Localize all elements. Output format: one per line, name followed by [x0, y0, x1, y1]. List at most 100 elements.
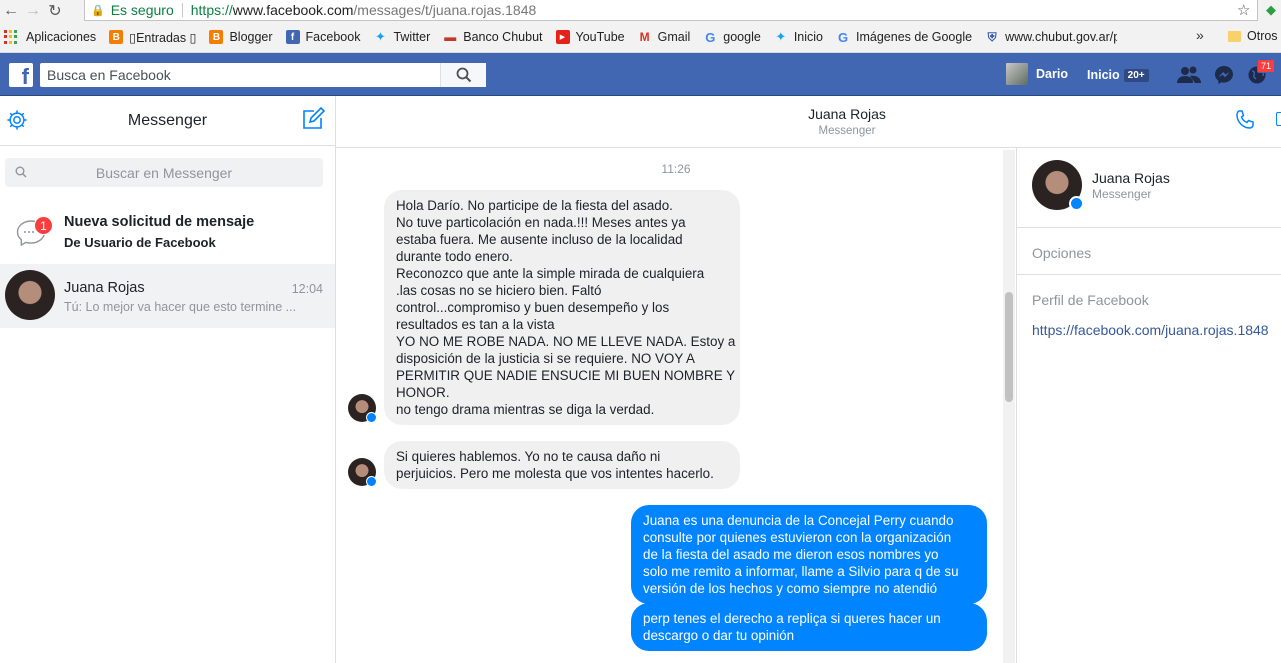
bookmark-banco-chubut[interactable]: ▬ Banco Chubut	[443, 30, 542, 44]
bookmark-label: Otros	[1247, 29, 1278, 43]
info-contact-subtitle: Messenger	[1092, 187, 1152, 201]
bookmarks-bar: Aplicaciones B ▯Entradas ▯ B Blogger f F…	[0, 22, 1281, 53]
message-request-item[interactable]: 1 Nueva solicitud de mensaje De Usuario …	[0, 202, 335, 262]
bookmark-inicio[interactable]: ✦ Inicio	[774, 29, 824, 44]
thread-scrollbar[interactable]	[1003, 150, 1015, 663]
bookmark-label: Imágenes de Google	[856, 30, 973, 44]
message-line: disposición de la justicia si se requier…	[396, 351, 695, 366]
message-line: durante todo enero.	[396, 249, 513, 264]
info-contact-name: Juana Rojas	[1092, 170, 1170, 186]
message-line: Juana es una denuncia de la Concejal Per…	[643, 513, 954, 528]
bookmark-other-folder[interactable]: Otros	[1228, 29, 1278, 43]
divider	[1017, 274, 1281, 275]
secure-label: Es seguro	[110, 2, 174, 18]
message-line: Reconozco que ante la simple mirada de c…	[396, 266, 705, 281]
star-icon[interactable]: ☆	[1237, 1, 1250, 19]
message-bubble-incoming[interactable]: Si quieres hablemos. Yo no te causa daño…	[384, 441, 740, 489]
url-host: www.facebook.com	[232, 2, 354, 18]
search-button[interactable]	[440, 63, 486, 87]
blogger-icon: B	[209, 30, 224, 44]
bookmarks-more-button[interactable]: »	[1196, 27, 1204, 43]
message-line: no tengo drama mientras se diga la verda…	[396, 402, 655, 417]
bookmark-label: www.chubut.gov.ar/p	[1005, 30, 1118, 44]
message-line: Si quieres hablemos. Yo no te causa daño…	[396, 449, 661, 464]
message-bubble-outgoing[interactable]: perp tenes el derecho a repliça si quere…	[631, 603, 987, 651]
conversation-time: 12:04	[291, 282, 323, 296]
apps-grid-icon	[4, 30, 18, 44]
conversation-list-panel: Messenger 1 Nueva solicitud de mensaje D…	[0, 96, 336, 663]
bookmark-gmail[interactable]: M Gmail	[638, 30, 691, 44]
avatar	[5, 270, 55, 320]
bookmark-label: google	[723, 30, 761, 44]
thread-header: Juana Rojas Messenger	[336, 96, 1281, 148]
user-name: Dario	[1036, 67, 1068, 81]
sidebar-title: Messenger	[127, 112, 208, 129]
home-count-badge: 20+	[1123, 68, 1149, 82]
blogger-icon: B	[109, 30, 124, 44]
url-scheme: https://	[190, 2, 233, 18]
address-bar[interactable]: 🔒 Es seguro https:// www.facebook.com /m…	[84, 0, 1258, 21]
url-path: /messages/t/juana.rojas.1848	[353, 2, 537, 18]
bookmark-chubut[interactable]: ⛨ www.chubut.gov.ar/p	[985, 29, 1118, 45]
video-call-icon[interactable]	[1276, 112, 1281, 126]
phone-icon[interactable]	[1234, 109, 1256, 131]
facebook-logo-icon[interactable]: f	[9, 63, 33, 88]
messenger-badge-icon	[1069, 196, 1084, 211]
browser-toolbar: ← → ↻ 🔒 Es seguro https:// www.facebook.…	[0, 0, 1281, 22]
bookmark-facebook[interactable]: f Facebook	[285, 30, 360, 44]
lock-icon: 🔒	[91, 4, 105, 17]
notification-count-badge: 71	[1257, 59, 1276, 73]
bookmark-label: Inicio	[793, 30, 824, 44]
extension-icon[interactable]: ◆	[1266, 2, 1281, 19]
youtube-icon: ▶	[555, 30, 570, 44]
bookmark-entradas[interactable]: B ▯Entradas ▯	[109, 30, 196, 45]
bookmark-google[interactable]: G google	[703, 29, 761, 45]
bookmark-blogger[interactable]: B Blogger	[209, 30, 273, 44]
thread-contact-name: Juana Rojas	[808, 106, 886, 122]
facebook-search-input[interactable]	[47, 67, 442, 83]
bookmark-imagenes-google[interactable]: G Imágenes de Google	[836, 30, 973, 45]
options-toggle[interactable]: Opciones	[1032, 245, 1091, 261]
bookmark-youtube[interactable]: ▶ YouTube	[555, 30, 625, 44]
message-bubble-outgoing[interactable]: Juana es una denuncia de la Concejal Per…	[631, 505, 987, 604]
back-arrow-icon[interactable]: ←	[0, 0, 22, 22]
conversation-name: Juana Rojas	[64, 280, 145, 296]
folder-icon	[1228, 30, 1241, 42]
divider	[181, 3, 183, 17]
bookmark-apps[interactable]: Aplicaciones	[4, 30, 96, 44]
messenger-search-input[interactable]	[5, 164, 323, 181]
message-line: consulte por quienes estuvieron con la o…	[643, 530, 952, 545]
bookmark-label: YouTube	[575, 30, 625, 44]
message-line: perp tenes el derecho a repliça si quere…	[643, 611, 941, 626]
messenger-badge-icon	[366, 476, 377, 487]
message-bubble-incoming[interactable]: Hola Darío. No participe de la fiesta de…	[384, 190, 740, 425]
request-subtitle: De Usuario de Facebook	[64, 235, 216, 250]
profile-link[interactable]: https://facebook.com/juana.rojas.1848	[1032, 322, 1269, 338]
google-icon: G	[705, 29, 716, 45]
reload-icon[interactable]: ↻	[44, 0, 66, 22]
request-title: Nueva solicitud de mensaje	[64, 214, 255, 230]
divider	[1017, 227, 1281, 228]
twitter-icon: ✦	[775, 29, 787, 44]
bookmark-label: Gmail	[657, 30, 691, 44]
home-link[interactable]: Inicio 20+	[1087, 68, 1149, 82]
bookmark-twitter[interactable]: ✦ Twitter	[373, 29, 430, 44]
friend-requests-icon[interactable]	[1177, 65, 1201, 85]
message-line: perjuicios. Pero me molesta que vos inte…	[396, 466, 714, 481]
scrollbar-thumb[interactable]	[1005, 292, 1013, 402]
messenger-icon[interactable]	[1212, 65, 1236, 85]
message-line: .las cosas no se hiciero bien. Faltó	[396, 283, 602, 298]
bookmark-label: ▯Entradas ▯	[129, 30, 197, 45]
search-icon	[15, 166, 27, 178]
facebook-icon: f	[285, 30, 300, 44]
conversation-item-juana-rojas[interactable]: Juana Rojas 12:04 Tú: Lo mejor va hacer …	[0, 264, 335, 328]
message-thread: 11:26 Hola Darío. No participe de la fie…	[336, 148, 1016, 663]
profile-section-label: Perfil de Facebook	[1032, 292, 1149, 308]
bookmark-label: Aplicaciones	[26, 30, 97, 44]
facebook-topbar: f Dario Inicio 20+ 71	[0, 53, 1281, 96]
profile-link[interactable]: Dario	[1006, 63, 1068, 85]
message-line: versión de los hechos y como siempre no …	[643, 581, 938, 596]
forward-arrow-icon[interactable]: →	[22, 0, 44, 22]
compose-icon[interactable]	[301, 107, 325, 131]
shield-icon: ⛨	[987, 29, 997, 44]
